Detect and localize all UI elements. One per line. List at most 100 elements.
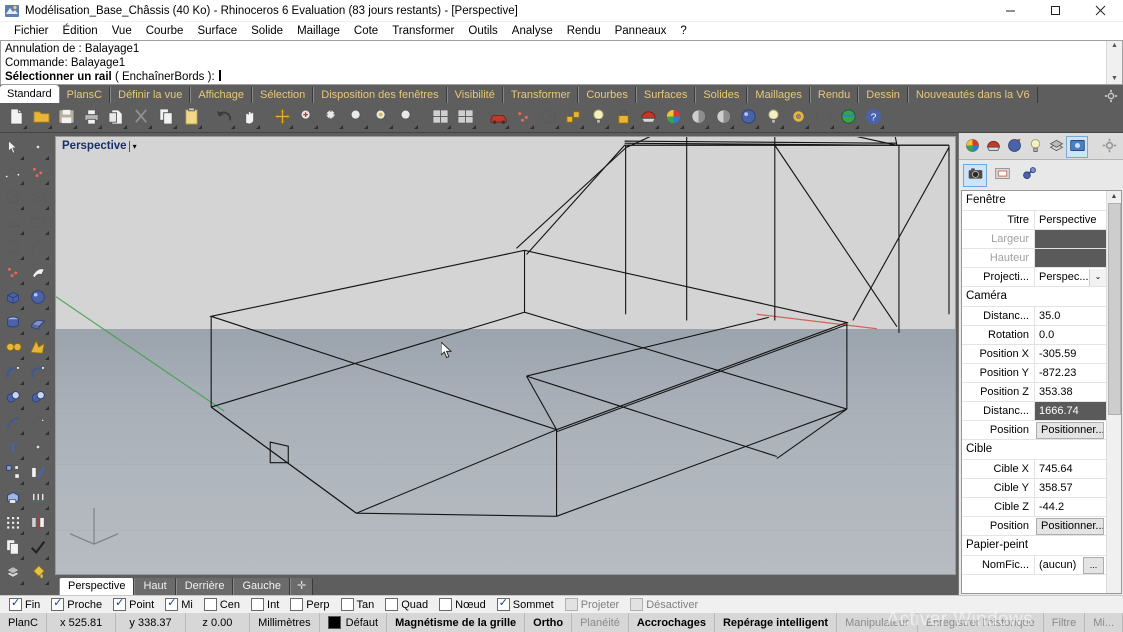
viewport-4-button[interactable] — [428, 106, 452, 130]
chevron-down-icon[interactable]: ⌄ — [1089, 268, 1106, 286]
undo-button[interactable] — [212, 106, 236, 130]
boolean-split-tool[interactable] — [25, 336, 50, 361]
checkbox[interactable]: ✓ — [51, 597, 65, 611]
property-value[interactable]: Perspective — [1034, 211, 1106, 229]
points-button[interactable] — [511, 106, 535, 130]
paint-bucket-tool[interactable] — [25, 561, 50, 586]
menu-panneaux[interactable]: Panneaux — [608, 24, 674, 38]
arc-tool[interactable] — [0, 211, 25, 236]
property-value[interactable]: 745.64 — [1034, 460, 1106, 478]
panel-properties-tab[interactable] — [962, 137, 982, 157]
revolve-surface-tool[interactable] — [25, 261, 50, 286]
curve-control-points-tool[interactable] — [25, 161, 50, 186]
checkbox[interactable]: ✓ — [165, 597, 179, 611]
toolbar-tab-plansc[interactable]: PlansC — [58, 87, 111, 103]
ellipse-tool[interactable] — [25, 186, 50, 211]
osnap-fin[interactable]: ✓ Fin — [9, 597, 40, 611]
toolbar-tab-s-lection[interactable]: Sélection — [252, 87, 314, 103]
toolbar-tab-maillages[interactable]: Maillages — [747, 87, 810, 103]
menu-solide[interactable]: Solide — [244, 24, 290, 38]
status-toggle-plan-it-[interactable]: Planéité — [572, 613, 629, 632]
boolean-difference-tool[interactable] — [0, 386, 25, 411]
cylinder-tool[interactable] — [0, 311, 25, 336]
pan-hand-button[interactable] — [237, 106, 261, 130]
status-toggle-ortho[interactable]: Ortho — [525, 613, 573, 632]
menu-transformer[interactable]: Transformer — [385, 24, 461, 38]
maximize-button[interactable] — [1033, 0, 1078, 21]
menu-aide[interactable]: ? — [673, 24, 693, 38]
offset-curve-tool[interactable] — [0, 411, 25, 436]
osnap-quad[interactable]: Quad — [385, 598, 428, 611]
status-toggle-filtre[interactable]: Filtre — [1044, 613, 1086, 632]
blocks-button[interactable] — [561, 106, 585, 130]
layers-tool[interactable] — [0, 561, 25, 586]
polyline-tool[interactable] — [0, 161, 25, 186]
blend-curve-tool[interactable] — [25, 411, 50, 436]
earth-button[interactable] — [836, 106, 860, 130]
checkbox[interactable] — [203, 598, 217, 611]
units-cell[interactable]: Millimètres — [250, 613, 320, 632]
chamfer-edge-tool[interactable] — [25, 361, 50, 386]
print-button[interactable] — [79, 106, 103, 130]
save-button[interactable] — [54, 106, 78, 130]
property-position-button[interactable]: Positionner... — [1036, 421, 1104, 439]
move-button[interactable] — [270, 106, 294, 130]
menu-vue[interactable]: Vue — [105, 24, 139, 38]
mirror-tool[interactable] — [25, 511, 50, 536]
zoom-extents-button[interactable] — [345, 106, 369, 130]
menu-rendu[interactable]: Rendu — [560, 24, 608, 38]
array-grid-tool[interactable] — [0, 511, 25, 536]
point-tool[interactable] — [25, 136, 50, 161]
minimize-button[interactable] — [988, 0, 1033, 21]
toolbar-tab-surfaces[interactable]: Surfaces — [635, 87, 696, 103]
osnap-mi[interactable]: ✓ Mi — [165, 597, 193, 611]
viewport-layout-button[interactable] — [453, 106, 477, 130]
panel-materials-tab[interactable] — [983, 137, 1003, 157]
property-value[interactable]: -305.59 — [1034, 345, 1106, 363]
status-toggle-manipulateur[interactable]: Manipulateur — [837, 613, 918, 632]
gear-orange-button[interactable] — [786, 106, 810, 130]
osnap-sommet[interactable]: ✓ Sommet — [496, 597, 554, 611]
toolbar-tab-nouveaut-s-dans-la-v6[interactable]: Nouveautés dans la V6 — [907, 87, 1038, 103]
property-scrollbar[interactable]: ▲ — [1106, 191, 1121, 593]
cut-button[interactable] — [104, 106, 128, 130]
perspective-viewport[interactable]: Perspective ▾ — [55, 136, 956, 575]
lock-button[interactable] — [611, 106, 635, 130]
cplane-cell[interactable]: PlanC — [0, 613, 47, 632]
property-file-field[interactable]: (aucun)... — [1034, 556, 1106, 574]
checkbox[interactable]: ✓ — [496, 597, 510, 611]
paste-button[interactable] — [179, 106, 203, 130]
property-scroll-up[interactable]: ▲ — [1111, 191, 1118, 202]
toolbar-tab-disposition-des-fen-tres[interactable]: Disposition des fenêtres — [313, 87, 447, 103]
fillet-edge-tool[interactable] — [0, 361, 25, 386]
copy-object-tool[interactable] — [0, 536, 25, 561]
menu-courbe[interactable]: Courbe — [139, 24, 191, 38]
shade-sphere-button[interactable] — [686, 106, 710, 130]
toolbar-tab-transformer[interactable]: Transformer — [502, 87, 579, 103]
text-tool[interactable]: T — [0, 436, 25, 461]
circle-tool[interactable] — [0, 186, 25, 211]
spotlight-button[interactable] — [761, 106, 785, 130]
status-toggle-rep-rage-intelligent[interactable]: Repérage intelligent — [715, 613, 838, 632]
subpanel-viewport-frame-button[interactable] — [990, 164, 1014, 187]
property-value-selected[interactable]: 1666.74 — [1034, 402, 1106, 420]
toolbar-tab-d-finir-la-vue[interactable]: Définir la vue — [110, 87, 191, 103]
extrude-surface-tool[interactable] — [25, 311, 50, 336]
new-file-button[interactable] — [4, 106, 28, 130]
gear-icon[interactable] — [1104, 89, 1118, 103]
osnap-point[interactable]: ✓ Point — [113, 597, 154, 611]
boolean-union-tool[interactable] — [0, 336, 25, 361]
status-toggle-magn-tisme-de-la-grille[interactable]: Magnétisme de la grille — [387, 613, 526, 632]
property-dropdown[interactable]: Perspec... ⌄ — [1034, 268, 1106, 286]
viewport-title[interactable]: Perspective ▾ — [60, 140, 139, 152]
zoom-window-button[interactable] — [320, 106, 344, 130]
command-scrollbar[interactable]: ▲ ▼ — [1106, 41, 1122, 84]
car-button[interactable] — [486, 106, 510, 130]
osnap-tan[interactable]: Tan — [340, 598, 374, 611]
open-folder-button[interactable] — [29, 106, 53, 130]
point-editing-tool[interactable] — [25, 436, 50, 461]
checkbox[interactable] — [290, 598, 304, 611]
osnap-proche[interactable]: ✓ Proche — [51, 597, 102, 611]
sphere-tool[interactable] — [25, 286, 50, 311]
command-input-caret[interactable] — [218, 70, 221, 81]
